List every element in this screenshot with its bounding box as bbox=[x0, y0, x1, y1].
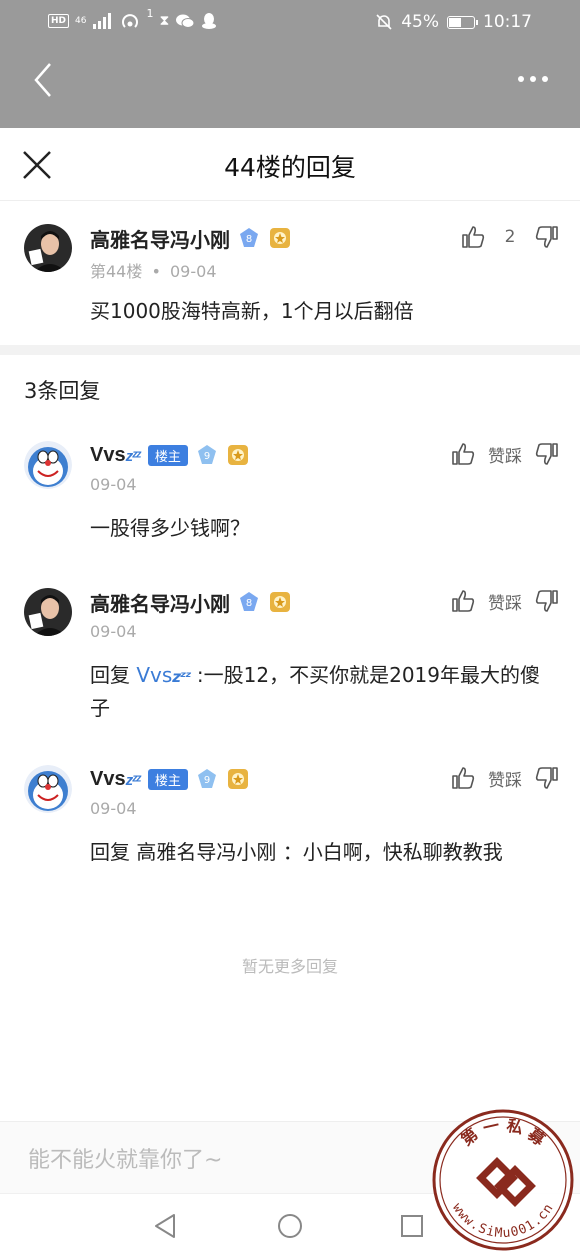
avatar-photo bbox=[24, 588, 72, 636]
avatar[interactable] bbox=[24, 588, 72, 636]
username[interactable]: Vvszᶻᶻ bbox=[90, 443, 141, 467]
diamond-level-badge: 9 bbox=[197, 445, 216, 464]
comment-date: 09-04 bbox=[90, 475, 137, 494]
section-divider bbox=[0, 345, 580, 355]
thumb-down-icon[interactable] bbox=[534, 588, 560, 614]
diamond-level-badge: 9 bbox=[197, 769, 216, 788]
diamond-level-badge: 8 bbox=[240, 228, 258, 247]
comment-date: 09-04 bbox=[170, 262, 217, 281]
reply-count: 3条回复 bbox=[24, 379, 101, 403]
battery-icon bbox=[447, 15, 478, 29]
medal-icon bbox=[227, 445, 248, 465]
reply-prefix: 回复 bbox=[90, 663, 137, 687]
reply-to-name: Vvs bbox=[136, 663, 173, 687]
thumb-down-icon[interactable] bbox=[534, 765, 560, 791]
username-row: Vvszᶻᶻ 楼主 9 bbox=[90, 765, 250, 793]
thumb-down-icon[interactable] bbox=[534, 441, 560, 467]
vote-actions: 赞踩 bbox=[450, 765, 560, 791]
username-row: 高雅名导冯小刚 8 bbox=[90, 224, 292, 252]
thumb-up-icon[interactable] bbox=[450, 765, 476, 791]
meta: 第44楼 • 09-04 bbox=[90, 258, 217, 282]
status-left: HD 46 1 ⧗ bbox=[48, 6, 217, 30]
qq-icon bbox=[202, 13, 217, 29]
thumb-down-icon[interactable] bbox=[534, 224, 560, 250]
nav-back-icon[interactable] bbox=[152, 1212, 180, 1240]
doraemon-avatar bbox=[24, 441, 72, 489]
mute-bell-icon bbox=[376, 14, 392, 30]
diamond-level-badge: 8 bbox=[240, 592, 258, 611]
svg-text:8: 8 bbox=[246, 598, 252, 609]
battery-percent: 45% bbox=[401, 12, 439, 32]
reply-to-user[interactable]: Vvszᶻᶻ bbox=[136, 663, 191, 687]
hourglass-icon: ⧗ bbox=[159, 13, 170, 29]
sleep-icon: zᶻᶻ bbox=[125, 447, 141, 465]
username-text: Vvs bbox=[90, 443, 126, 466]
reply-sheet: 44楼的回复 高雅名导冯小刚 8 第44楼 • 09-04 买1000股海特高新… bbox=[0, 128, 580, 1257]
clock: 10:17 bbox=[483, 12, 532, 32]
username-text: Vvs bbox=[90, 767, 126, 790]
comment-date: 09-04 bbox=[90, 622, 137, 641]
status-bar: HD 46 1 ⧗ 45% 10:17 bbox=[0, 0, 580, 44]
meta-dot: • bbox=[151, 262, 161, 281]
avatar[interactable] bbox=[24, 441, 72, 489]
status-right: 45% 10:17 bbox=[375, 12, 532, 32]
nav-recents-icon[interactable] bbox=[398, 1212, 426, 1240]
no-more-replies: 暂无更多回复 bbox=[241, 957, 338, 976]
wechat-icon bbox=[176, 14, 195, 28]
svg-text:9: 9 bbox=[204, 775, 210, 786]
watermark-seal: 第 一 私 募 www.SiMu001.cn bbox=[432, 1109, 574, 1251]
thumb-up-icon[interactable] bbox=[450, 588, 476, 614]
hotspot-icon bbox=[122, 14, 139, 28]
medal-icon bbox=[270, 592, 290, 612]
sheet-title: 44楼的回复 bbox=[224, 153, 356, 182]
network-label: 46 bbox=[75, 15, 87, 26]
sheet-header: 44楼的回复 bbox=[0, 128, 580, 201]
thumb-up-icon[interactable] bbox=[450, 441, 476, 467]
sleep-icon: zᶻᶻ bbox=[125, 771, 141, 789]
avatar[interactable] bbox=[24, 765, 72, 813]
comment-text: 一股得多少钱啊？ bbox=[90, 516, 250, 540]
avatar-photo bbox=[24, 224, 72, 272]
vote-label: 赞踩 bbox=[488, 446, 522, 467]
avatar[interactable] bbox=[24, 224, 72, 272]
sleep-icon: zᶻᶻ bbox=[172, 668, 191, 686]
vote-label: 赞踩 bbox=[488, 593, 522, 614]
op-badge: 楼主 bbox=[147, 444, 188, 466]
op-badge: 楼主 bbox=[147, 768, 188, 790]
vote-label: 赞踩 bbox=[488, 770, 522, 791]
hd-badge: HD bbox=[48, 14, 70, 28]
comment-date: 09-04 bbox=[90, 799, 137, 818]
vote-actions: 赞踩 bbox=[450, 441, 560, 467]
comment-text: 回复 高雅名导冯小刚 ：小白啊，快私聊教教我 bbox=[90, 840, 503, 864]
vote-actions: 赞踩 bbox=[450, 588, 560, 614]
doraemon-avatar bbox=[24, 765, 72, 813]
username[interactable]: 高雅名导冯小刚 bbox=[90, 588, 230, 617]
nav-home-icon[interactable] bbox=[276, 1212, 304, 1240]
medal-icon bbox=[227, 769, 248, 789]
medal-icon bbox=[270, 228, 290, 248]
like-count: 2 bbox=[504, 227, 516, 247]
svg-text:9: 9 bbox=[204, 451, 210, 462]
back-arrow-icon[interactable] bbox=[28, 60, 58, 100]
username-row: 高雅名导冯小刚 8 bbox=[90, 588, 292, 616]
battery-fill bbox=[449, 17, 461, 27]
floor-number: 第44楼 bbox=[90, 262, 143, 281]
username[interactable]: 高雅名导冯小刚 bbox=[90, 224, 230, 253]
vote-actions: 2 bbox=[460, 224, 560, 250]
username-row: Vvszᶻᶻ 楼主 9 bbox=[90, 441, 250, 469]
svg-text:8: 8 bbox=[246, 234, 252, 245]
reply-input-placeholder[interactable]: 能不能火就靠你了~ bbox=[28, 1142, 222, 1174]
comment-text: 回复 Vvszᶻᶻ :一股12，不买你就是2019年最大的傻子 bbox=[90, 660, 550, 724]
comment-text: 买1000股海特高新，1个月以后翻倍 bbox=[90, 299, 414, 323]
username[interactable]: Vvszᶻᶻ bbox=[90, 767, 141, 791]
signal-icon bbox=[93, 13, 112, 29]
hotspot-count: 1 bbox=[146, 6, 154, 20]
thumb-up-icon[interactable] bbox=[460, 224, 486, 250]
more-options-icon[interactable] bbox=[516, 66, 550, 92]
